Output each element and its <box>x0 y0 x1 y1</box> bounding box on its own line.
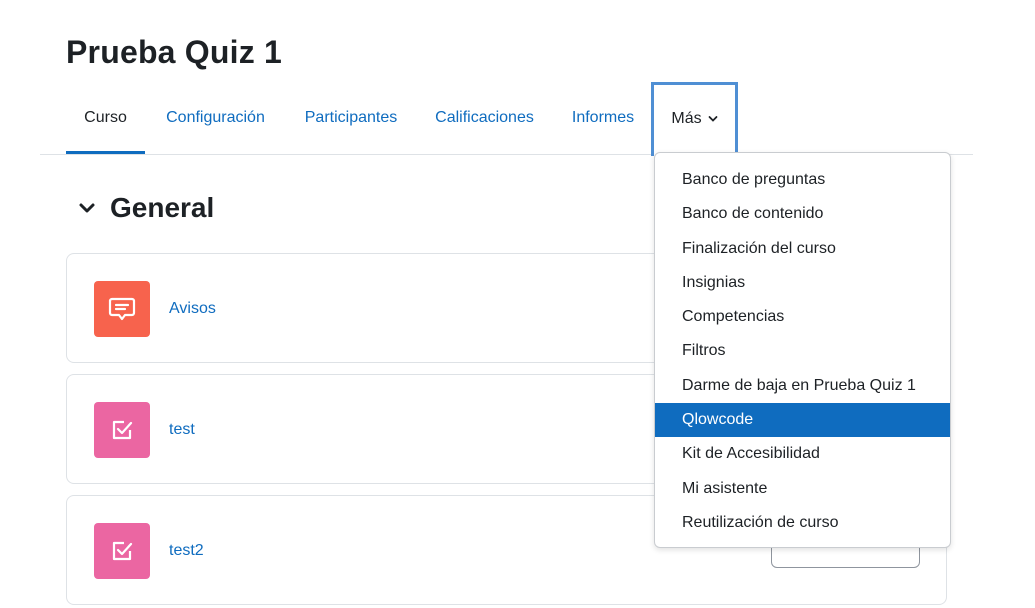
menu-item-banco-contenido[interactable]: Banco de contenido <box>655 197 950 231</box>
menu-item-insignias[interactable]: Insignias <box>655 266 950 300</box>
tab-label: Curso <box>84 109 127 126</box>
menu-item-finalizacion-curso[interactable]: Finalización del curso <box>655 232 950 266</box>
activity-link[interactable]: test2 <box>169 496 204 606</box>
chevron-down-icon[interactable] <box>76 197 98 219</box>
tab-label: Calificaciones <box>435 109 534 126</box>
tab-label: Informes <box>571 109 635 126</box>
tab-label: Más <box>671 110 702 128</box>
more-dropdown-menu: Banco de preguntas Banco de contenido Fi… <box>654 152 951 548</box>
menu-item-competencias[interactable]: Competencias <box>655 300 950 334</box>
activity-link[interactable]: test <box>169 375 195 485</box>
forum-icon <box>94 281 150 337</box>
chevron-down-icon <box>708 85 718 153</box>
tab-informes[interactable]: Informes <box>553 82 653 154</box>
quiz-icon <box>94 402 150 458</box>
menu-item-qlowcode[interactable]: Qlowcode <box>655 403 950 438</box>
tab-label: Configuración <box>166 109 265 126</box>
menu-item-filtros[interactable]: Filtros <box>655 334 950 368</box>
tab-participantes[interactable]: Participantes <box>286 82 416 154</box>
menu-item-banco-preguntas[interactable]: Banco de preguntas <box>655 163 950 197</box>
page-title: Prueba Quiz 1 <box>66 34 282 70</box>
tab-calificaciones[interactable]: Calificaciones <box>416 82 553 154</box>
menu-item-reutilizacion-curso[interactable]: Reutilización de curso <box>655 506 950 540</box>
menu-item-kit-accesibilidad[interactable]: Kit de Accesibilidad <box>655 437 950 471</box>
tab-configuracion[interactable]: Configuración <box>145 82 286 154</box>
tab-curso[interactable]: Curso <box>66 82 145 154</box>
tab-mas-dropdown-toggle[interactable]: Más <box>651 82 738 156</box>
quiz-icon <box>94 523 150 579</box>
menu-item-mi-asistente[interactable]: Mi asistente <box>655 472 950 506</box>
activity-link[interactable]: Avisos <box>169 254 216 364</box>
section-header: General <box>76 192 214 224</box>
menu-item-darme-de-baja[interactable]: Darme de baja en Prueba Quiz 1 <box>655 369 950 403</box>
section-title: General <box>110 192 215 223</box>
tab-label: Participantes <box>304 109 398 126</box>
secondary-navigation: Curso Configuración Participantes Califi… <box>40 82 973 156</box>
